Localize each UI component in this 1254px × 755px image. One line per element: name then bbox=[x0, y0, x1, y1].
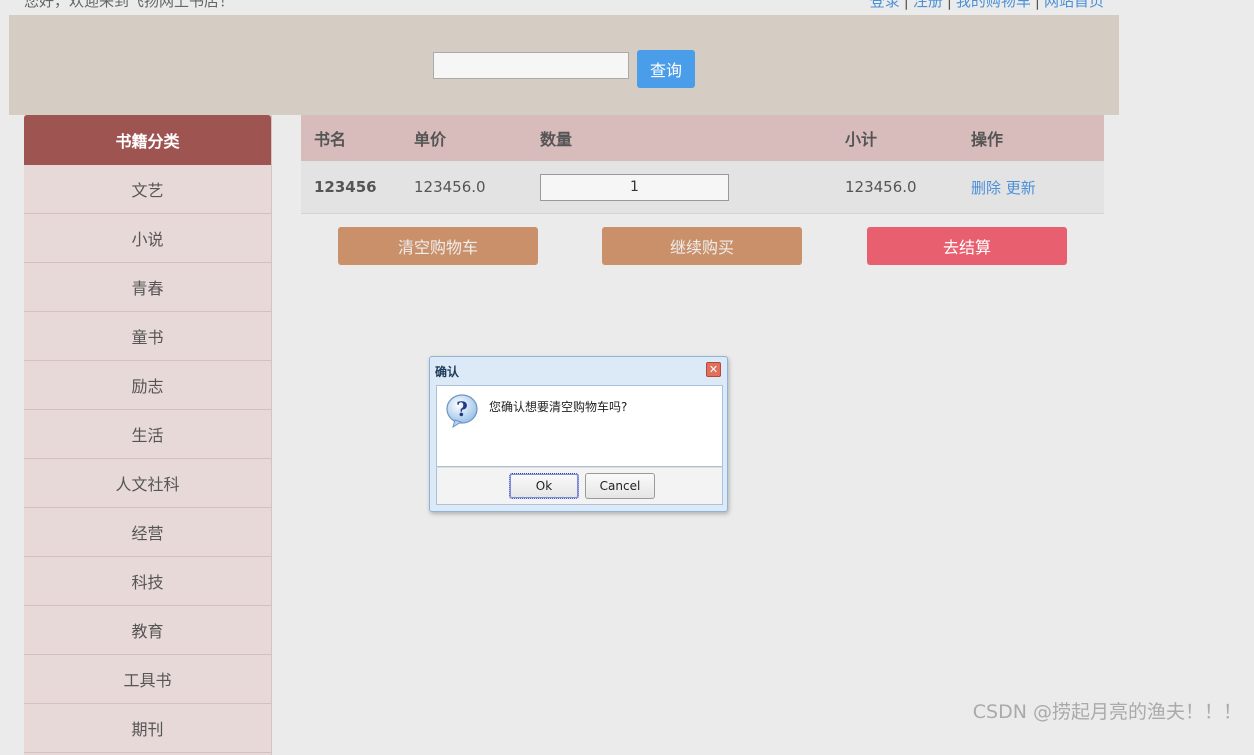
dialog-message: 您确认想要清空购物车吗? bbox=[489, 400, 628, 414]
category-sidebar: 书籍分类 文艺 小说 青春 童书 励志 生活 人文社科 经营 科技 教育 工具书… bbox=[24, 115, 272, 755]
watermark: CSDN @捞起月亮的渔夫！！！ bbox=[972, 701, 1242, 723]
table-row: 123456 123456.0 1 123456.0 删除 更新 bbox=[301, 161, 1104, 214]
category-item-keji[interactable]: 科技 bbox=[24, 557, 271, 606]
clear-cart-button[interactable]: 清空购物车 bbox=[338, 227, 538, 265]
svg-text:?: ? bbox=[456, 397, 468, 421]
dialog-title: 确认 bbox=[435, 365, 460, 379]
book-subtotal: 123456.0 bbox=[845, 178, 917, 196]
search-input[interactable] bbox=[433, 52, 629, 79]
top-links: 登录 | 注册 | 我的购物车 | 网站首页 bbox=[870, 0, 1104, 11]
ok-button[interactable]: Ok bbox=[509, 473, 579, 499]
search-button[interactable]: 查询 bbox=[637, 50, 695, 88]
actions-cell: 删除 更新 bbox=[971, 177, 1091, 198]
welcome-text: 您好，欢迎来到飞扬网上书店！ bbox=[24, 0, 235, 10]
category-item-tongshu[interactable]: 童书 bbox=[24, 312, 271, 361]
category-item-gongjushu[interactable]: 工具书 bbox=[24, 655, 271, 704]
category-item-xiaoshuo[interactable]: 小说 bbox=[24, 214, 271, 263]
quantity-input[interactable]: 1 bbox=[540, 173, 729, 201]
dialog-body: ? 您确认想要清空购物车吗? bbox=[436, 385, 723, 467]
login-link[interactable]: 登录 bbox=[870, 0, 900, 10]
category-item-jingying[interactable]: 经营 bbox=[24, 508, 271, 557]
continue-shopping-button[interactable]: 继续购买 bbox=[602, 227, 802, 265]
header-subtotal: 小计 bbox=[845, 130, 878, 149]
my-cart-link[interactable]: 我的购物车 bbox=[956, 0, 1031, 10]
delete-link[interactable]: 删除 bbox=[971, 179, 1001, 197]
cart-header-row: 书名 单价 数量 小计 操作 bbox=[301, 115, 1104, 161]
close-icon[interactable]: ✕ bbox=[706, 362, 721, 377]
register-link[interactable]: 注册 bbox=[913, 0, 943, 10]
search-banner: 查询 bbox=[9, 15, 1119, 115]
home-link[interactable]: 网站首页 bbox=[1044, 0, 1104, 10]
header-actions: 操作 bbox=[971, 130, 1004, 149]
top-bar: 您好，欢迎来到飞扬网上书店！ 登录 | 注册 | 我的购物车 | 网站首页 bbox=[0, 0, 1120, 10]
category-item-lizhi[interactable]: 励志 bbox=[24, 361, 271, 410]
book-price: 123456.0 bbox=[414, 178, 486, 196]
dialog-footer: Ok Cancel bbox=[436, 467, 723, 505]
cancel-button[interactable]: Cancel bbox=[585, 473, 655, 499]
sidebar-title: 书籍分类 bbox=[24, 115, 271, 165]
category-item-jiaoyu[interactable]: 教育 bbox=[24, 606, 271, 655]
header-quantity: 数量 bbox=[540, 130, 573, 149]
update-link[interactable]: 更新 bbox=[1006, 179, 1036, 197]
category-item-renwen[interactable]: 人文社科 bbox=[24, 459, 271, 508]
checkout-button[interactable]: 去结算 bbox=[867, 227, 1067, 265]
quantity-cell: 1 bbox=[540, 173, 845, 201]
category-item-shenghuo[interactable]: 生活 bbox=[24, 410, 271, 459]
confirm-dialog: 确认 ✕ ? 您确认想要清空购物车吗? Ok Cancel bbox=[429, 356, 728, 512]
category-item-qingchun[interactable]: 青春 bbox=[24, 263, 271, 312]
category-item-wenyi[interactable]: 文艺 bbox=[24, 165, 271, 214]
cart-table: 书名 单价 数量 小计 操作 123456 123456.0 1 123456.… bbox=[301, 115, 1104, 214]
header-name: 书名 bbox=[314, 130, 347, 149]
book-name: 123456 bbox=[314, 178, 377, 196]
question-icon: ? bbox=[445, 393, 481, 433]
header-price: 单价 bbox=[414, 130, 447, 149]
